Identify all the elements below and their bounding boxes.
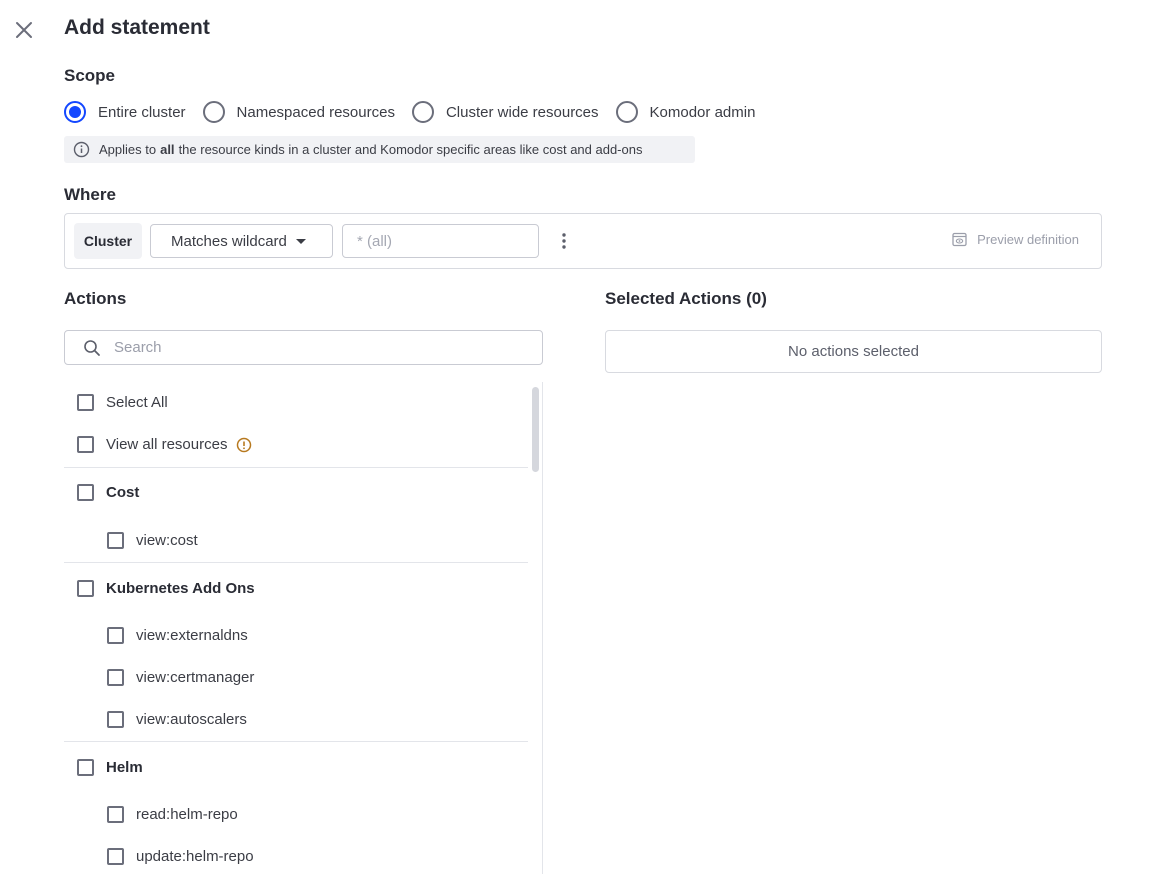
where-condition-row: Cluster Matches wildcard Preview definit… [64, 213, 1102, 269]
where-label: Where [64, 185, 116, 204]
radio-cluster-wide-resources[interactable]: Cluster wide resources [411, 101, 599, 123]
selected-actions-title: Selected Actions (0) [605, 289, 767, 308]
group-row-helm[interactable]: Helm [77, 759, 143, 776]
radio-namespaced-resources[interactable]: Namespaced resources [202, 101, 395, 123]
checkbox[interactable] [77, 759, 94, 776]
page-title: Add statement [64, 16, 210, 39]
checkbox[interactable] [77, 436, 94, 453]
divider [64, 741, 528, 742]
selected-actions-empty: No actions selected [605, 330, 1102, 373]
action-row[interactable]: view:externaldns [107, 627, 248, 644]
scope-info-banner: Applies to all the resource kinds in a c… [64, 136, 695, 163]
field-chip: Cluster [74, 223, 142, 259]
checkbox[interactable] [77, 394, 94, 411]
preview-definition-label: Preview definition [977, 232, 1079, 247]
chevron-down-icon [295, 238, 306, 244]
checkbox[interactable] [107, 669, 124, 686]
actions-label: Actions [64, 289, 127, 308]
actions-search [64, 330, 543, 365]
info-icon [73, 141, 90, 158]
action-row[interactable]: read:helm-repo [107, 806, 238, 823]
more-vertical-icon [562, 233, 566, 249]
action-row[interactable]: view:cost [107, 532, 198, 549]
checkbox[interactable] [107, 806, 124, 823]
more-options-button[interactable] [557, 231, 571, 251]
view-all-resources-row[interactable]: View all resources [77, 436, 252, 453]
search-input[interactable] [114, 339, 514, 356]
divider [64, 467, 528, 468]
radio-entire-cluster[interactable]: Entire cluster [64, 101, 186, 123]
group-row-cost[interactable]: Cost [77, 484, 139, 501]
checkbox[interactable] [77, 580, 94, 597]
scrollbar[interactable] [532, 387, 539, 472]
radio-indicator [411, 101, 434, 123]
action-row[interactable]: update:helm-repo [107, 848, 254, 865]
preview-definition-button[interactable]: Preview definition [952, 232, 1079, 247]
actions-list: Select All View all resources Cost view:… [64, 382, 543, 874]
scope-label: Scope [64, 66, 116, 85]
radio-selected-indicator [64, 101, 86, 123]
radio-komodor-admin[interactable]: Komodor admin [615, 101, 755, 123]
info-text-prefix: Applies to [99, 142, 157, 157]
divider [64, 562, 528, 563]
checkbox[interactable] [107, 711, 124, 728]
checkbox[interactable] [77, 484, 94, 501]
info-text-bold: all [160, 142, 175, 157]
operator-value: Matches wildcard [171, 232, 287, 250]
checkbox[interactable] [107, 532, 124, 549]
warning-icon[interactable] [236, 437, 252, 453]
radio-indicator [615, 101, 638, 123]
search-icon [84, 339, 100, 356]
scope-radio-group: Entire cluster Namespaced resources Clus… [64, 100, 772, 124]
close-button[interactable] [13, 19, 35, 41]
operator-select[interactable]: Matches wildcard [150, 224, 333, 258]
checkbox[interactable] [107, 848, 124, 865]
preview-icon [952, 232, 967, 247]
action-row[interactable]: view:certmanager [107, 669, 254, 686]
select-all-row[interactable]: Select All [77, 394, 168, 411]
info-text-suffix: the resource kinds in a cluster and Komo… [178, 142, 643, 157]
value-input[interactable] [342, 224, 539, 258]
radio-indicator [202, 101, 225, 123]
checkbox[interactable] [107, 627, 124, 644]
action-row[interactable]: view:autoscalers [107, 711, 247, 728]
close-icon [16, 22, 32, 38]
group-row-kubernetes-add-ons[interactable]: Kubernetes Add Ons [77, 580, 255, 597]
